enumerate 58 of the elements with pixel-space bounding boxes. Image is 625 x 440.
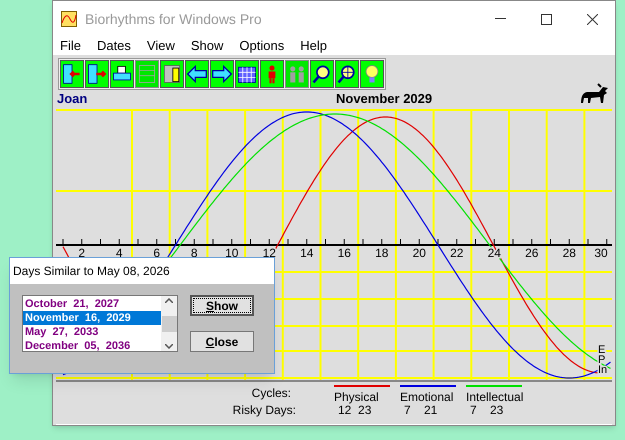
window-title: Biorhythms for Windows Pro: [85, 10, 262, 29]
toolbar-button[interactable]: [85, 60, 109, 88]
day-label: 16: [338, 246, 351, 260]
dialog-button[interactable]: Close: [190, 331, 254, 352]
app-icon: [61, 11, 77, 27]
cycle-name: Physical: [334, 391, 380, 403]
day-label: 14: [300, 246, 314, 260]
menu-item[interactable]: File: [60, 36, 81, 56]
curve-label: P: [598, 354, 606, 366]
menu-item[interactable]: Options: [239, 36, 284, 56]
close-icon: [586, 14, 598, 24]
scrollbar[interactable]: [161, 296, 177, 351]
day-label: 18: [375, 246, 388, 260]
date-list-item[interactable]: November 16, 2029: [23, 311, 161, 325]
toolbar-button[interactable]: [360, 60, 384, 88]
day-label: 6: [153, 246, 160, 260]
cycle-name: Emotional: [400, 391, 454, 403]
dialog-title: Days Similar to May 08, 2026: [13, 263, 170, 280]
risky-days: 7 23: [466, 404, 522, 416]
day-label: 8: [190, 246, 198, 260]
menu-item[interactable]: Dates: [96, 36, 131, 56]
risky-days: 7 21: [400, 404, 456, 416]
maximize-icon: [540, 14, 552, 24]
scroll-down-icon: [165, 344, 173, 349]
day-label: 22: [450, 246, 464, 260]
cycle-name: Intellectual: [466, 391, 522, 403]
toolbar-button[interactable]: [60, 60, 84, 88]
day-label: 30: [594, 246, 608, 260]
risky-days: 12 23: [334, 404, 390, 416]
date-list-item[interactable]: December 05, 2036: [23, 339, 161, 353]
month-title: November 2029: [336, 90, 432, 108]
toolbar-button[interactable]: [235, 60, 259, 88]
toolbar-button[interactable]: [310, 60, 334, 88]
toolbar-button[interactable]: [185, 60, 209, 88]
menu-item[interactable]: Help: [300, 36, 327, 56]
day-label: 28: [562, 246, 576, 260]
cycles-label: Cycles:: [252, 385, 292, 402]
menu-item[interactable]: Show: [190, 36, 224, 56]
menu-item[interactable]: View: [146, 36, 175, 56]
day-label: 26: [525, 246, 538, 260]
risky-days-label: Risky Days:: [232, 402, 296, 419]
day-label: 20: [412, 246, 426, 260]
day-label: 4: [116, 246, 123, 260]
toolbar-button[interactable]: [335, 60, 359, 88]
day-label: 2: [78, 246, 86, 260]
person-name: Joan: [57, 90, 88, 108]
cycle-line-icon: [334, 385, 390, 387]
minimize-icon: [494, 18, 506, 20]
scroll-up-icon: [165, 298, 173, 303]
cycle-line-icon: [400, 385, 456, 387]
cycle-line-icon: [466, 385, 522, 387]
date-list-item[interactable]: May 27, 2033: [23, 325, 161, 339]
toolbar-button[interactable]: [210, 60, 234, 88]
dialog-button[interactable]: Show: [190, 295, 254, 316]
date-list-item[interactable]: October 21, 2027: [23, 297, 161, 311]
toolbar-button[interactable]: [110, 60, 134, 88]
day-label: 10: [225, 246, 238, 260]
toolbar-button[interactable]: [160, 60, 184, 88]
